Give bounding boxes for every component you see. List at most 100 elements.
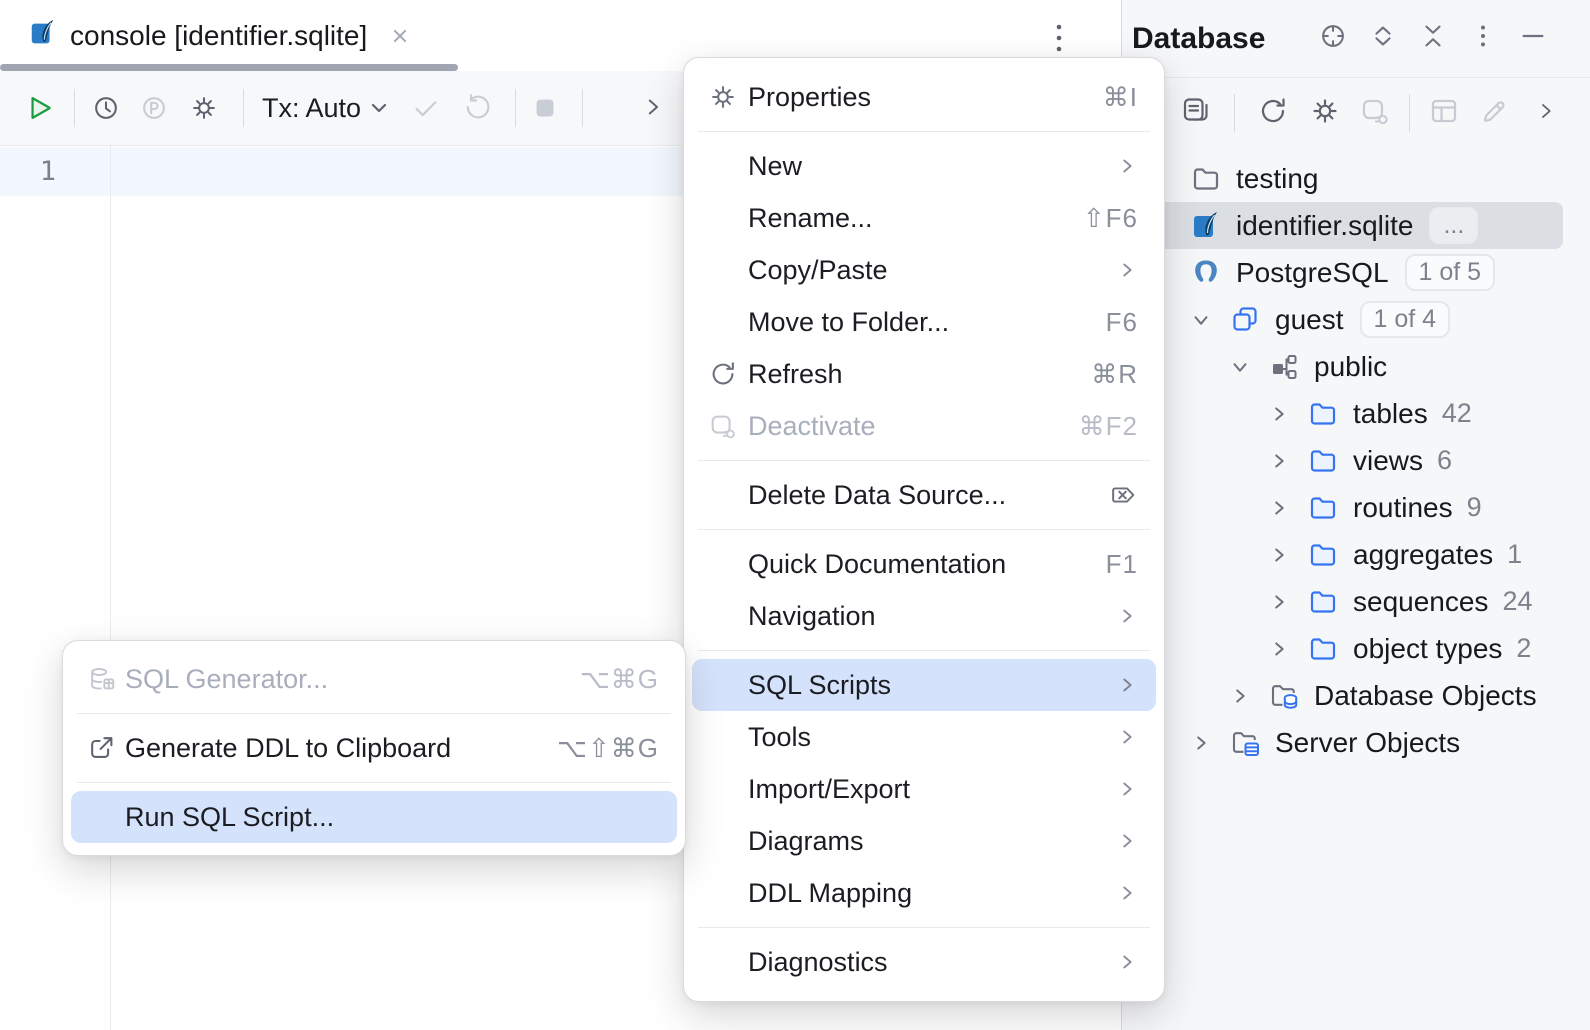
chevron-right-icon[interactable] [1268,450,1307,472]
active-tab-underline [0,64,458,71]
item-count: 1 [1507,539,1522,570]
postgresql-icon [1190,257,1222,289]
menu-item-delete-data-source[interactable]: Delete Data Source... [692,469,1156,521]
blue-folder-icon [1307,492,1339,524]
blue-folder-icon [1307,398,1339,430]
explain-plan-button[interactable] [139,93,169,123]
chevron-right-icon[interactable] [1268,591,1307,613]
more-actions-badge[interactable]: ... [1429,207,1478,244]
open-table-button[interactable] [1428,95,1460,132]
rollback-button[interactable] [463,93,493,123]
tree-row-identifier-sqlite[interactable]: identifier.sqlite ... [1122,202,1563,249]
submenu-item-generate-ddl-to-clipboard[interactable]: Generate DDL to Clipboard ⌥⇧⌘G [71,722,677,774]
menu-item-navigation[interactable]: Navigation [692,590,1156,642]
menu-item-properties[interactable]: Properties ⌘I [692,71,1156,123]
locate-target-button[interactable] [1318,21,1348,56]
chevron-right-icon[interactable] [1268,638,1307,660]
chevron-right-icon[interactable] [1229,685,1268,707]
tree-row-database-objects[interactable]: Database Objects [1122,672,1590,719]
menu-item-diagnostics[interactable]: Diagnostics [692,936,1156,988]
toolbar-overflow-button[interactable] [640,94,666,125]
tree-row-tables[interactable]: tables 42 [1122,390,1590,437]
tree-label: identifier.sqlite [1236,210,1413,242]
panel-toolbar-overflow-button[interactable] [1534,99,1558,128]
tree-label: routines [1353,492,1453,524]
context-menu: Properties ⌘I New Rename... ⇧F6 Copy/Pas… [683,57,1165,1002]
menu-item-tools[interactable]: Tools [692,711,1156,763]
data-source-properties-button[interactable] [1309,95,1341,132]
data-source-group-icon [1229,304,1261,336]
tree-row-routines[interactable]: routines 9 [1122,484,1590,531]
editor-options-kebab-icon[interactable] [1049,22,1069,61]
history-button[interactable] [91,93,121,123]
chevron-right-icon[interactable] [1268,403,1307,425]
menu-separator [77,713,671,714]
tree-label: Server Objects [1275,727,1460,759]
refresh-button[interactable] [1257,95,1289,132]
tree-row-testing[interactable]: testing [1122,155,1590,202]
menu-item-refresh[interactable]: Refresh ⌘R [692,348,1156,400]
menu-item-diagrams[interactable]: Diagrams [692,815,1156,867]
tree-row-guest[interactable]: guest 1 of 4 [1122,296,1590,343]
chevron-down-icon[interactable] [369,98,389,118]
tree-row-postgresql[interactable]: PostgreSQL 1 of 5 [1122,249,1590,296]
database-objects-icon [1268,680,1300,712]
menu-item-label: New [748,151,802,182]
expand-all-button[interactable] [1368,21,1398,56]
schema-icon [1268,351,1300,383]
submenu-arrow-icon [1116,155,1138,177]
stop-button[interactable] [530,93,560,123]
chevron-right-icon[interactable] [1268,544,1307,566]
menu-item-rename[interactable]: Rename... ⇧F6 [692,192,1156,244]
commit-button[interactable] [411,93,441,123]
menu-item-import-export[interactable]: Import/Export [692,763,1156,815]
settings-gear-button[interactable] [189,93,219,123]
tx-mode-dropdown[interactable]: Tx: Auto [262,93,361,124]
menu-item-deactivate[interactable]: Deactivate ⌘F2 [692,400,1156,452]
chevron-down-icon[interactable] [1190,309,1229,331]
menu-item-quick-documentation[interactable]: Quick Documentation F1 [692,538,1156,590]
run-button[interactable] [26,93,56,123]
tree-row-aggregates[interactable]: aggregates 1 [1122,531,1590,578]
menu-item-label: Diagrams [748,826,864,857]
open-console-button[interactable] [1180,95,1212,132]
menu-item-copy-paste[interactable]: Copy/Paste [692,244,1156,296]
sqlite-icon [28,18,58,53]
close-tab-icon[interactable] [387,23,413,49]
collapse-all-button[interactable] [1418,21,1448,56]
shortcut: ⇧F6 [1083,203,1138,234]
edit-pencil-button[interactable] [1478,95,1510,132]
submenu-arrow-icon [1116,605,1138,627]
menu-item-sql-scripts[interactable]: SQL Scripts [692,659,1156,711]
chevron-right-icon[interactable] [1190,732,1229,754]
chevron-down-icon[interactable] [1229,356,1268,378]
submenu-item-run-sql-script[interactable]: Run SQL Script... [71,791,677,843]
tree-row-sequences[interactable]: sequences 24 [1122,578,1590,625]
tree-row-server-objects[interactable]: Server Objects [1122,719,1590,766]
item-count: 6 [1437,445,1452,476]
submenu-arrow-icon [1116,778,1138,800]
submenu-item-sql-generator[interactable]: SQL Generator... ⌥⌘G [71,653,677,705]
chevron-right-icon[interactable] [1268,497,1307,519]
menu-separator [77,782,671,783]
menu-item-move-to-folder[interactable]: Move to Folder... F6 [692,296,1156,348]
tree-label: public [1314,351,1387,383]
hide-panel-button[interactable] [1518,21,1548,56]
tree-row-object-types[interactable]: object types 2 [1122,625,1590,672]
tree-row-public[interactable]: public [1122,343,1590,390]
tab-title: console [identifier.sqlite] [70,20,367,52]
submenu-arrow-icon [1116,726,1138,748]
deactivate-button[interactable] [1359,95,1391,132]
menu-separator [698,529,1150,530]
toolbar-divider [582,89,583,127]
panel-title: Database [1132,22,1265,56]
tree-row-views[interactable]: views 6 [1122,437,1590,484]
item-count: 42 [1442,398,1472,429]
submenu-arrow-icon [1116,882,1138,904]
panel-options-kebab-icon[interactable] [1468,21,1498,56]
menu-item-new[interactable]: New [692,140,1156,192]
tree-label: views [1353,445,1423,477]
submenu-arrow-icon [1116,830,1138,852]
menu-item-ddl-mapping[interactable]: DDL Mapping [692,867,1156,919]
submenu-arrow-icon [1116,951,1138,973]
